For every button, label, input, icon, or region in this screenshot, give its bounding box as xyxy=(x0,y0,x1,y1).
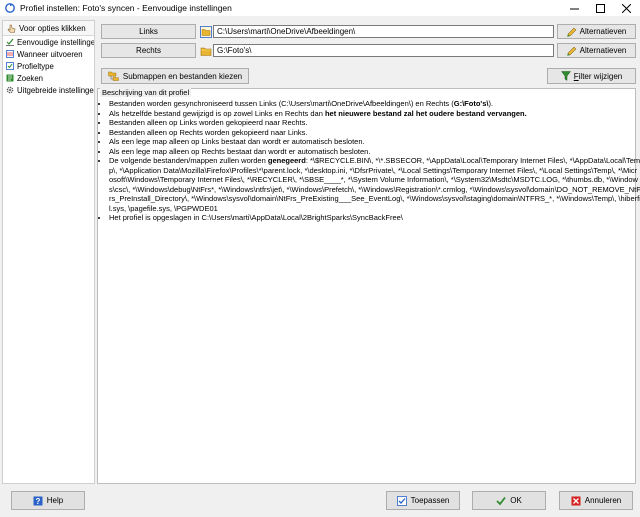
options-sidebar: Voor opties klikken Eenvoudige instellin… xyxy=(2,20,95,484)
desc-text: De volgende bestanden/mappen zullen word… xyxy=(109,156,268,165)
sidebar-item-label: Wanneer uitvoeren xyxy=(17,49,83,59)
desc-text: Als een lege map alleen op Rechts bestaa… xyxy=(109,146,371,156)
sidebar-header-label: Voor opties klikken xyxy=(19,23,86,33)
list-item: De volgende bestanden/mappen zullen word… xyxy=(109,156,640,213)
ok-button[interactable]: OK xyxy=(472,491,546,510)
list-item: Bestanden alleen op Links worden gekopie… xyxy=(109,118,640,128)
desc-after: ). xyxy=(488,99,494,108)
subfolders-button[interactable]: Submappen en bestanden kiezen xyxy=(101,68,249,84)
filter-label: Filter wijzigen xyxy=(574,72,622,81)
description-label: Beschrijving van dit profiel xyxy=(100,88,192,97)
sidebar-item-wanneer-uitvoeren[interactable]: Wanneer uitvoeren xyxy=(3,48,94,60)
sidebar-header: Voor opties klikken xyxy=(3,21,94,36)
gear-check-icon xyxy=(6,38,14,46)
desc-text: Bestanden alleen op Links worden gekopie… xyxy=(109,118,308,127)
app-icon xyxy=(5,3,15,13)
ok-label: OK xyxy=(510,496,522,505)
sidebar-item-label: Uitgebreide instellingen xyxy=(17,85,95,95)
help-button[interactable]: ? Help xyxy=(11,491,85,510)
sidebar-item-zoeken[interactable]: Zoeken xyxy=(3,72,94,84)
rechts-button[interactable]: Rechts xyxy=(101,43,196,58)
left-alternatives-button[interactable]: Alternatieven xyxy=(557,24,636,39)
folder-icon[interactable] xyxy=(200,26,212,38)
window-title: Profiel instellen: Foto's syncen - Eenvo… xyxy=(20,3,232,13)
sidebar-item-eenvoudige-instellingen[interactable]: Eenvoudige instellingen xyxy=(3,36,94,48)
sidebar-item-label: Eenvoudige instellingen xyxy=(17,37,95,47)
cancel-button[interactable]: Annuleren xyxy=(559,491,633,510)
checkbox-icon xyxy=(6,62,14,70)
links-button[interactable]: Links xyxy=(101,24,196,39)
filter-button[interactable]: Filter wijzigen xyxy=(547,68,636,84)
list-item: Bestanden alleen op Rechts worden gekopi… xyxy=(109,128,640,138)
desc-text: Het profiel is opgeslagen in C:\Users\ma… xyxy=(109,213,403,222)
filter-label-rest: ilter wijzigen xyxy=(578,71,623,81)
desc-text: Bestanden worden gesynchroniseerd tussen… xyxy=(109,99,454,108)
list-item: Als hetzelfde bestand gewijzigd is op zo… xyxy=(109,109,640,119)
apply-check-icon xyxy=(396,495,407,506)
desc-bold: het nieuwere bestand zal het oudere best… xyxy=(324,108,527,118)
desc-text: Als een lege map alleen op Links bestaat… xyxy=(109,137,365,146)
gear-icon xyxy=(6,86,14,94)
pencil-ruler-icon xyxy=(566,27,576,37)
list-item: Als een lege map alleen op Rechts bestaa… xyxy=(109,147,640,157)
ok-check-icon xyxy=(496,496,506,505)
desc-bold: genegeerd xyxy=(267,156,306,165)
minimize-button[interactable] xyxy=(560,0,588,16)
folder-icon[interactable] xyxy=(200,45,212,57)
clock-icon xyxy=(6,50,14,58)
help-icon: ? xyxy=(33,496,43,506)
subfolders-label: Submappen en bestanden kiezen xyxy=(122,71,243,81)
apply-button[interactable]: Toepassen xyxy=(386,491,460,510)
title-bar: Profiel instellen: Foto's syncen - Eenvo… xyxy=(0,0,640,16)
close-icon xyxy=(621,3,631,13)
cancel-icon xyxy=(571,496,581,505)
svg-text:?: ? xyxy=(35,497,40,506)
filter-icon xyxy=(560,71,571,81)
hand-pointer-icon xyxy=(7,24,16,33)
tree-icon xyxy=(6,74,14,82)
minimize-icon xyxy=(569,8,579,9)
alternatives-label: Alternatieven xyxy=(579,27,627,36)
pencil-ruler-icon xyxy=(566,46,576,56)
desc-text: Bestanden alleen op Rechts worden gekopi… xyxy=(109,127,308,137)
sidebar-item-label: Profieltype xyxy=(17,61,54,71)
list-item: Als een lege map alleen op Links bestaat… xyxy=(109,137,640,147)
help-label: Help xyxy=(46,496,64,505)
folder-tree-icon xyxy=(108,71,119,81)
close-button[interactable] xyxy=(613,0,639,16)
desc-bold: G:\Foto's\ xyxy=(453,99,489,108)
cancel-label: Annuleren xyxy=(584,496,622,505)
apply-label: Toepassen xyxy=(410,496,450,505)
maximize-icon xyxy=(595,3,605,13)
alternatives-label: Alternatieven xyxy=(579,46,627,55)
sidebar-item-uitgebreide-instellingen[interactable]: Uitgebreide instellingen xyxy=(3,84,94,96)
sidebar-item-profieltype[interactable]: Profieltype xyxy=(3,60,94,72)
list-item: Het profiel is opgeslagen in C:\Users\ma… xyxy=(109,213,640,223)
description-list: Bestanden worden gesynchroniseerd tussen… xyxy=(100,99,640,223)
list-item: Bestanden worden gesynchroniseerd tussen… xyxy=(109,99,640,109)
desc-text: Als hetzelfde bestand gewijzigd is op zo… xyxy=(109,108,325,118)
maximize-button[interactable] xyxy=(586,0,614,16)
sidebar-item-label: Zoeken xyxy=(17,73,44,83)
right-path-input[interactable]: G:\Foto's\ xyxy=(213,44,554,57)
right-alternatives-button[interactable]: Alternatieven xyxy=(557,43,636,58)
left-path-input[interactable]: C:\Users\marti\OneDrive\Afbeeldingen\ xyxy=(213,25,554,38)
